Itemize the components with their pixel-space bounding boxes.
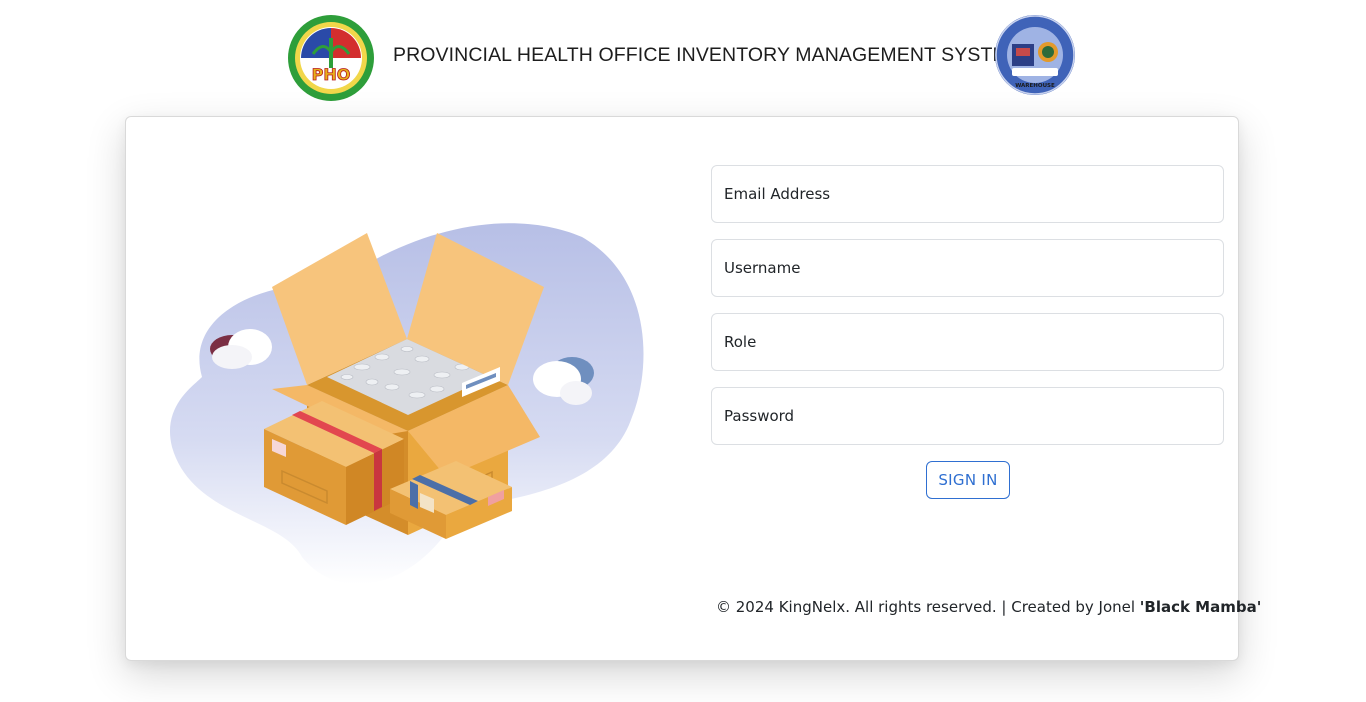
- warehouse-seal-logo-icon: WAREHOUSE: [995, 15, 1075, 95]
- open-cardboard-boxes-illustration-icon: [169, 223, 644, 585]
- sign-in-button[interactable]: SIGN IN: [926, 461, 1010, 499]
- copyright-text: © 2024 KingNelx. All rights reserved. | …: [716, 598, 1140, 616]
- author-nickname: 'Black Mamba': [1139, 598, 1262, 616]
- svg-text:PHO: PHO: [312, 65, 351, 84]
- app-title: PROVINCIAL HEALTH OFFICE INVENTORY MANAG…: [393, 44, 1022, 66]
- login-card: SIGN IN © 2024 KingNelx. All rights rese…: [125, 116, 1261, 661]
- header: PHO PROVINCIAL HEALTH OFFICE INVENTORY M…: [0, 0, 1366, 110]
- role-field[interactable]: [711, 313, 1224, 371]
- email-field[interactable]: [711, 165, 1224, 223]
- pho-seal-logo-icon: PHO: [288, 15, 374, 101]
- footer-copyright: © 2024 KingNelx. All rights reserved. | …: [716, 598, 1261, 616]
- password-field[interactable]: [711, 387, 1224, 445]
- svg-text:WAREHOUSE: WAREHOUSE: [1015, 83, 1055, 89]
- username-field[interactable]: [711, 239, 1224, 297]
